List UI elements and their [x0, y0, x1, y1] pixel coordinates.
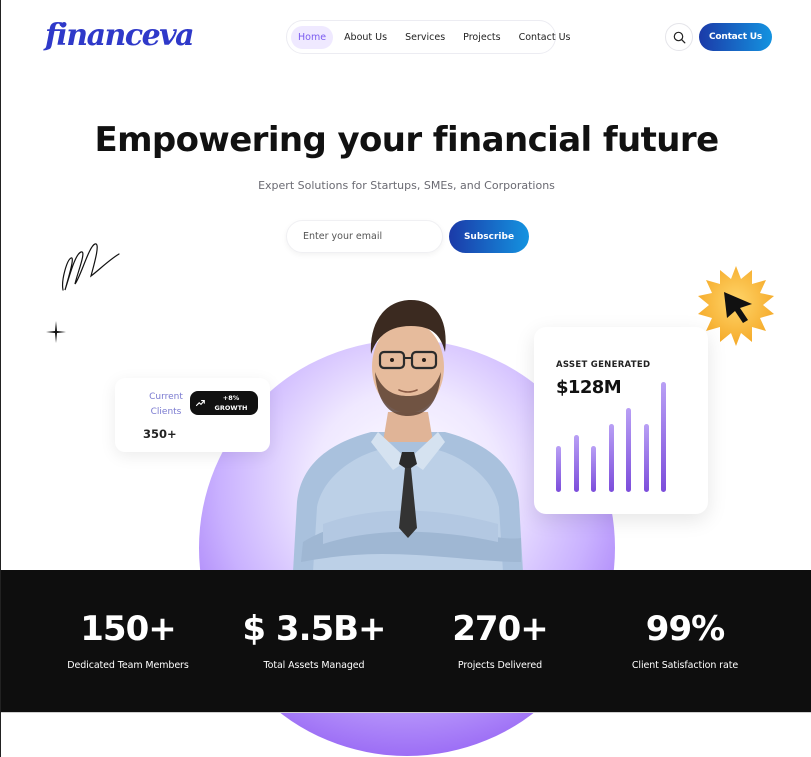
- page: financeva Home About Us Services Project…: [0, 0, 811, 757]
- cursor-badge-icon: [698, 266, 774, 346]
- main-nav: Home About Us Services Projects Contact …: [286, 20, 570, 54]
- asset-bar: [661, 382, 666, 492]
- brand-logo[interactable]: financeva: [45, 18, 195, 53]
- current-clients-card: Current Clients 350+ +8% GROWTH: [115, 378, 270, 452]
- nav-services[interactable]: Services: [398, 26, 452, 49]
- stat-label: Total Assets Managed: [263, 660, 365, 671]
- search-icon: [673, 31, 685, 43]
- asset-bar: [591, 446, 596, 492]
- asset-value: $128M: [556, 377, 622, 398]
- asset-generated-card: ASSET GENERATED $128M: [534, 327, 708, 514]
- stat-value: 270+: [452, 609, 548, 649]
- asset-bar: [556, 446, 561, 492]
- stat-value: $ 3.5B+: [242, 609, 386, 649]
- nav-about-us[interactable]: About Us: [337, 26, 394, 49]
- trend-up-icon: [196, 400, 205, 407]
- stat-value: 150+: [80, 609, 176, 649]
- stat-value: 99%: [645, 609, 725, 649]
- asset-bar: [626, 408, 631, 492]
- nav-projects[interactable]: Projects: [456, 26, 507, 49]
- asset-bar: [573, 435, 579, 492]
- stats-band: 150+ Dedicated Team Members $ 3.5B+ Tota…: [1, 570, 811, 712]
- asset-bar: [608, 424, 614, 492]
- stat-assets-managed: $ 3.5B+ Total Assets Managed: [224, 608, 404, 671]
- stat-label: Dedicated Team Members: [67, 660, 189, 671]
- stat-team-members: 150+ Dedicated Team Members: [38, 608, 218, 671]
- hero-title: Empowering your financial future: [94, 120, 719, 160]
- hero-subtitle: Expert Solutions for Startups, SMEs, and…: [258, 179, 555, 192]
- stat-projects-delivered: 270+ Projects Delivered: [410, 608, 590, 671]
- nav-contact-us[interactable]: Contact Us: [512, 26, 578, 49]
- email-input[interactable]: [286, 220, 443, 253]
- growth-text: +8% GROWTH: [214, 394, 248, 412]
- stat-client-satisfaction: 99% Client Satisfaction rate: [595, 608, 775, 671]
- scribble-decoration: [62, 243, 120, 291]
- stat-label: Projects Delivered: [457, 660, 543, 671]
- subscribe-button[interactable]: Subscribe: [449, 220, 529, 253]
- growth-badge: +8% GROWTH: [190, 391, 258, 415]
- sparkle-icon: [46, 321, 66, 343]
- clients-value: 350+: [143, 427, 177, 441]
- asset-bar: [643, 424, 649, 492]
- clients-label: Current Clients: [149, 392, 183, 417]
- stat-label: Client Satisfaction rate: [631, 660, 739, 671]
- businessman-image: [293, 300, 523, 572]
- section-divider: [1, 712, 811, 713]
- nav-home[interactable]: Home: [291, 25, 334, 49]
- search-button[interactable]: [665, 23, 693, 51]
- contact-us-button[interactable]: Contact Us: [699, 23, 772, 51]
- asset-label: ASSET GENERATED: [556, 360, 651, 370]
